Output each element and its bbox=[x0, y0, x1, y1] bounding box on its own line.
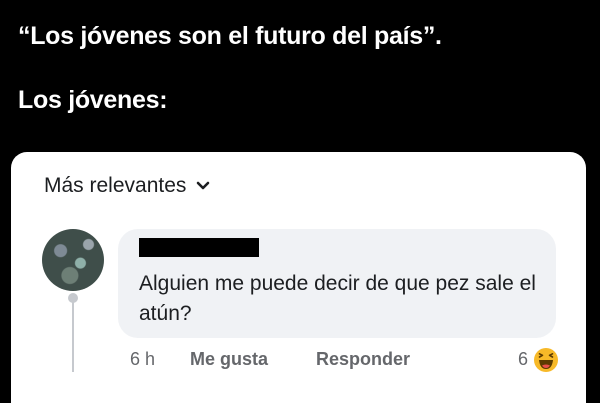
reaction-count[interactable]: 6 bbox=[518, 349, 528, 370]
comment-bubble: Alguien me puede decir de que pez sale e… bbox=[118, 229, 556, 338]
comment-timestamp[interactable]: 6 h bbox=[130, 349, 155, 370]
comment-actions: 6 h Me gusta Responder 6 bbox=[130, 347, 586, 375]
author-name-redacted[interactable] bbox=[139, 238, 259, 257]
haha-icon[interactable] bbox=[533, 347, 559, 373]
like-button[interactable]: Me gusta bbox=[190, 349, 268, 370]
sort-label: Más relevantes bbox=[44, 174, 187, 197]
chevron-down-icon bbox=[196, 181, 210, 191]
comment-text: Alguien me puede decir de que pez sale e… bbox=[139, 272, 536, 325]
avatar[interactable] bbox=[42, 229, 104, 291]
sort-dropdown[interactable]: Más relevantes bbox=[44, 174, 210, 198]
caption-line-2: Los jóvenes: bbox=[18, 86, 168, 114]
reply-button[interactable]: Responder bbox=[316, 349, 410, 370]
comments-card: Más relevantes Alguien me puede decir de… bbox=[11, 152, 586, 403]
thread-line bbox=[72, 297, 74, 372]
caption-line-1: “Los jóvenes son el futuro del país”. bbox=[18, 22, 442, 50]
